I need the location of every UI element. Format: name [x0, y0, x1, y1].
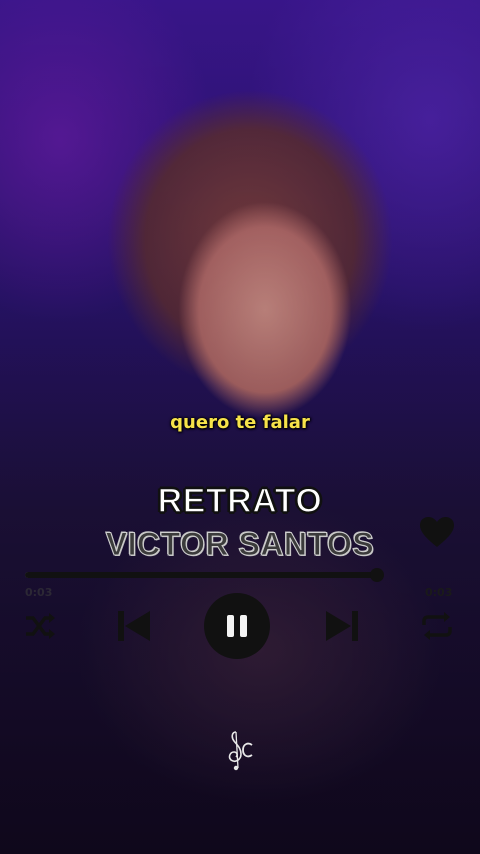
repeat-button[interactable]: [418, 608, 456, 644]
artist-name: VICTOR SANTOS: [105, 526, 375, 563]
video-frame: quero te falar RETRATO VICTOR SANTOS 0:0…: [0, 0, 480, 854]
progress-handle[interactable]: [370, 568, 384, 582]
pause-button[interactable]: [204, 593, 270, 659]
song-title: RETRATO: [157, 481, 323, 521]
repeat-icon: [422, 612, 452, 640]
shuffle-button[interactable]: [22, 608, 58, 644]
skip-next-icon: [326, 611, 358, 641]
elapsed-time: 0:03: [25, 586, 53, 599]
next-button[interactable]: [322, 606, 362, 646]
heart-icon[interactable]: [418, 515, 456, 549]
remaining-time: 0:03: [425, 586, 453, 599]
progress-fill: [25, 572, 377, 578]
skip-previous-icon: [118, 611, 150, 641]
shuffle-icon: [26, 613, 55, 639]
progress-bar[interactable]: [25, 568, 384, 582]
pause-icon: [227, 615, 247, 637]
music-note-logo: [222, 728, 256, 772]
lyric-line: quero te falar: [170, 412, 310, 433]
previous-button[interactable]: [114, 606, 154, 646]
